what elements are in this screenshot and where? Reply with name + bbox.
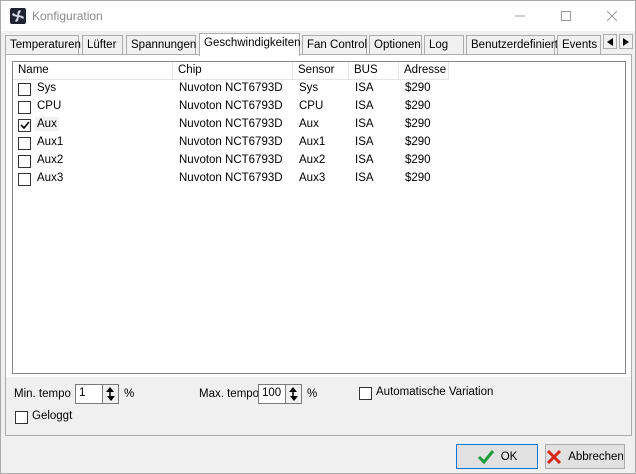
green-checkmark-icon (477, 449, 494, 464)
row-chip: Nuvoton NCT6793D (179, 154, 283, 166)
tab-benutzerdefiniert[interactable]: Benutzerdefiniert (466, 35, 558, 55)
close-icon (607, 11, 617, 21)
fan-speed-list[interactable]: Name Chip Sensor BUS Adresse Sys Nuvoton… (12, 61, 626, 374)
list-item[interactable]: CPU Nuvoton NCT6793D CPU ISA $290 (13, 98, 625, 116)
logged-label: Geloggt (32, 410, 73, 422)
row-chip: Nuvoton NCT6793D (179, 136, 283, 148)
cancel-button[interactable]: Abbrechen (545, 444, 625, 469)
auto-variation-label: Automatische Variation (376, 386, 494, 398)
row-sensor: Aux (299, 118, 319, 130)
row-bus: ISA (355, 82, 374, 94)
list-item[interactable]: Sys Nuvoton NCT6793D Sys ISA $290 (13, 80, 625, 98)
row-address: $290 (405, 118, 431, 130)
row-address: $290 (405, 100, 431, 112)
red-x-icon (547, 449, 562, 464)
row-checkbox[interactable] (18, 155, 31, 168)
list-item[interactable]: Aux2 Nuvoton NCT6793D Aux2 ISA $290 (13, 152, 625, 170)
min-tempo-unit: % (124, 388, 135, 400)
minimize-button[interactable] (497, 1, 543, 31)
tab-geschwindigkeiten[interactable]: Geschwindigkeiten (199, 33, 301, 56)
tab-fan-control[interactable]: Fan Control (302, 35, 367, 55)
auto-variation-checkbox[interactable] (359, 387, 372, 400)
tab-temperaturen[interactable]: Temperaturen (5, 35, 81, 55)
row-address: $290 (405, 154, 431, 166)
row-bus: ISA (355, 154, 374, 166)
row-chip: Nuvoton NCT6793D (179, 118, 283, 130)
row-chip: Nuvoton NCT6793D (179, 82, 283, 94)
maximize-icon (561, 11, 571, 21)
row-checkbox[interactable] (18, 101, 31, 114)
cancel-button-label: Abbrechen (568, 450, 624, 463)
max-tempo-value: 100 (262, 387, 282, 399)
tab-panel-geschwindigkeiten: Name Chip Sensor BUS Adresse Sys Nuvoton… (5, 54, 632, 436)
row-sensor: Aux1 (299, 136, 326, 148)
list-item[interactable]: Aux3 Nuvoton NCT6793D Aux3 ISA $290 (13, 170, 625, 188)
min-tempo-label: Min. tempo (14, 388, 71, 400)
min-tempo-value: 1 (79, 387, 86, 399)
tab-spannungen[interactable]: Spannungen (126, 35, 196, 55)
speed-settings-area: Min. tempo 1 % Max. tempo 100 % Automati… (6, 377, 631, 435)
up-down-arrows-icon (289, 387, 298, 401)
min-tempo-stepper[interactable] (102, 385, 118, 403)
column-header-name[interactable]: Name (13, 62, 173, 80)
list-header: Name Chip Sensor BUS Adresse (13, 62, 625, 80)
max-tempo-unit: % (307, 388, 318, 400)
minimize-icon (515, 15, 525, 17)
column-header-chip[interactable]: Chip (173, 62, 293, 80)
title-bar[interactable]: Konfiguration (1, 1, 635, 31)
logged-checkbox[interactable] (15, 411, 28, 424)
max-tempo-stepper[interactable] (285, 385, 301, 403)
min-tempo-spinner[interactable]: 1 (75, 384, 119, 404)
row-checkbox[interactable] (18, 83, 31, 96)
row-sensor: Aux3 (299, 172, 326, 184)
tab-scroll-right-button[interactable] (619, 34, 633, 49)
row-name: Aux1 (37, 136, 64, 148)
column-header-adresse[interactable]: Adresse (399, 62, 449, 80)
list-item[interactable]: Aux1 Nuvoton NCT6793D Aux1 ISA $290 (13, 134, 625, 152)
tab-luefter[interactable]: Lüfter (82, 35, 123, 55)
max-tempo-spinner[interactable]: 100 (258, 384, 302, 404)
fan-app-icon (10, 8, 26, 24)
tab-strip: Temperaturen Lüfter Spannungen Geschwind… (5, 33, 635, 56)
row-address: $290 (405, 172, 431, 184)
checkmark-icon (20, 121, 30, 130)
row-bus: ISA (355, 118, 374, 130)
arrow-left-icon (607, 37, 613, 46)
tab-log[interactable]: Log (424, 35, 464, 55)
row-chip: Nuvoton NCT6793D (179, 172, 283, 184)
row-bus: ISA (355, 172, 374, 184)
config-window: Konfiguration Temperaturen Lüfter Spannu… (0, 0, 636, 474)
row-name: Aux (35, 117, 59, 131)
row-sensor: Sys (299, 82, 319, 94)
close-button[interactable] (589, 1, 635, 31)
row-checkbox[interactable] (18, 119, 31, 132)
ok-button[interactable]: OK (456, 444, 538, 469)
row-name: Sys (37, 82, 57, 94)
row-bus: ISA (355, 100, 374, 112)
row-address: $290 (405, 136, 431, 148)
window-title: Konfiguration (32, 9, 103, 23)
up-down-arrows-icon (106, 387, 115, 401)
row-checkbox[interactable] (18, 173, 31, 186)
column-header-bus[interactable]: BUS (349, 62, 399, 80)
maximize-button[interactable] (543, 1, 589, 31)
ok-button-label: OK (500, 450, 518, 463)
row-name: Aux3 (37, 172, 64, 184)
row-checkbox[interactable] (18, 137, 31, 150)
tab-events[interactable]: Events (557, 35, 601, 55)
column-header-sensor[interactable]: Sensor (293, 62, 349, 80)
row-bus: ISA (355, 136, 374, 148)
tab-optionen[interactable]: Optionen (369, 35, 422, 55)
tab-scroll-left-button[interactable] (603, 34, 617, 49)
max-tempo-label: Max. tempo (199, 388, 260, 400)
row-sensor: CPU (299, 100, 324, 112)
row-name: Aux2 (37, 154, 64, 166)
row-chip: Nuvoton NCT6793D (179, 100, 283, 112)
arrow-right-icon (623, 37, 629, 46)
row-sensor: Aux2 (299, 154, 326, 166)
row-name: CPU (37, 100, 62, 112)
list-item[interactable]: Aux Nuvoton NCT6793D Aux ISA $290 (13, 116, 625, 134)
row-address: $290 (405, 82, 431, 94)
